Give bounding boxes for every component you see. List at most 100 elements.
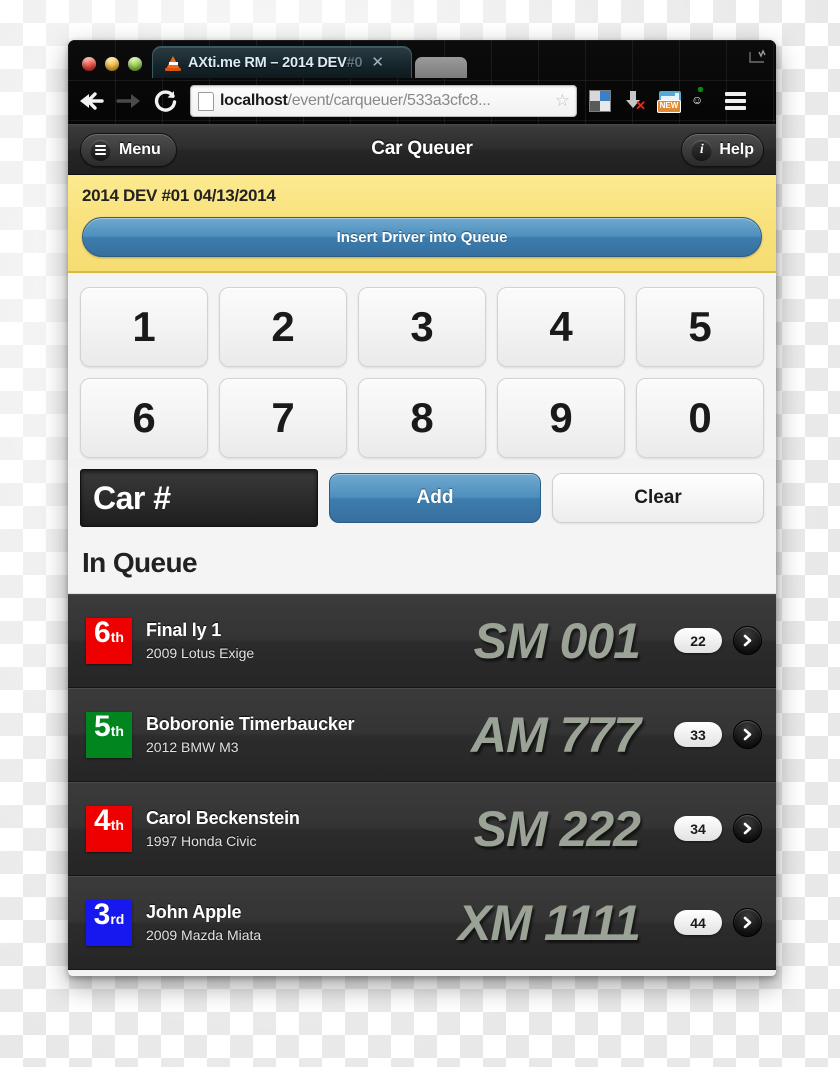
tab-title: AXti.me RM – 2014 DEV#0 [188, 55, 362, 71]
disclosure-icon[interactable] [733, 720, 762, 749]
page-title: Car Queuer [371, 138, 473, 159]
rank-ordinal: th [110, 722, 124, 739]
driver-name: Boboronie Timerbaucker [146, 714, 355, 734]
driver-car: 2012 BMW M3 [146, 739, 239, 755]
run-count-badge: 33 [674, 722, 722, 747]
plate-number: XM 1111 [458, 894, 641, 951]
driver-name: Carol Beckenstein [146, 808, 300, 828]
rank-badge: 3rd [86, 897, 132, 946]
driver-info: Final ly 1 2009 Lotus Exige [146, 620, 254, 661]
close-window-button[interactable] [82, 57, 96, 71]
key-5[interactable]: 5 [636, 287, 764, 367]
browser-toolbar: localhost/event/carqueuer/533a3cfc8... ☆… [68, 78, 776, 124]
key-4[interactable]: 4 [497, 287, 625, 367]
car-entry-row: Car # Add Clear [68, 469, 776, 527]
download-error-badge: ✕ [635, 98, 646, 113]
url-text: localhost/event/carqueuer/533a3cfc8... [220, 92, 549, 110]
green-circle-icon[interactable]: ☺ [691, 90, 713, 112]
keypad-row-2: 6 7 8 9 0 [80, 378, 764, 458]
tab-strip: AXti.me RM – 2014 DEV#0 ✕ [152, 46, 467, 78]
rank-ordinal: th [110, 628, 124, 645]
disclosure-icon[interactable] [733, 626, 762, 655]
event-banner: 2014 DEV #01 04/13/2014 Insert Driver in… [68, 175, 776, 273]
driver-info: Boboronie Timerbaucker 2012 BMW M3 [146, 714, 355, 755]
browser-menu-icon[interactable] [725, 91, 747, 111]
run-count-badge: 22 [674, 628, 722, 653]
rank-number: 3 [93, 897, 111, 931]
driver-car: 2009 Lotus Exige [146, 645, 255, 661]
menu-button-label: Menu [119, 141, 161, 158]
back-button[interactable] [78, 90, 104, 112]
key-8[interactable]: 8 [358, 378, 486, 458]
add-button[interactable]: Add [329, 473, 541, 523]
rank-badge: 5th [86, 711, 132, 758]
queue-heading: In Queue [68, 527, 776, 594]
table-row[interactable]: 5th Boboronie Timerbaucker 2012 BMW M3 A… [68, 688, 776, 782]
new-tab-button[interactable] [415, 57, 467, 78]
key-3[interactable]: 3 [358, 287, 486, 367]
menu-button[interactable]: Menu [80, 133, 177, 167]
plate-number: AM 777 [470, 706, 641, 763]
grid-icon[interactable] [589, 90, 611, 112]
key-0[interactable]: 0 [636, 378, 764, 458]
driver-info: Carol Beckenstein 1997 Honda Civic [146, 808, 300, 849]
driver-name: John Apple [146, 902, 242, 922]
driver-car: 1997 Honda Civic [146, 833, 257, 849]
browser-window: AXti.me RM – 2014 DEV#0 ✕ localhost/even… [68, 40, 776, 976]
title-bar: AXti.me RM – 2014 DEV#0 ✕ [68, 40, 776, 78]
bookmark-star-icon[interactable]: ☆ [555, 91, 570, 111]
reload-button[interactable] [154, 89, 178, 113]
page-viewport: Menu Car Queuer i Help 2014 DEV #01 04/1… [68, 124, 776, 976]
clear-button[interactable]: Clear [552, 473, 764, 523]
event-title: 2014 DEV #01 04/13/2014 [82, 186, 276, 205]
plate-number: SM 001 [473, 612, 641, 669]
help-button[interactable]: i Help [681, 133, 764, 167]
run-count-badge: 44 [674, 910, 722, 935]
zoom-window-button[interactable] [128, 57, 142, 71]
rank-badge: 6th [86, 615, 132, 664]
forward-button[interactable] [116, 90, 142, 112]
insert-driver-button[interactable]: Insert Driver into Queue [82, 217, 762, 257]
help-button-label: Help [719, 141, 754, 158]
key-1[interactable]: 1 [80, 287, 208, 367]
window-controls[interactable] [68, 57, 152, 78]
info-icon-glyph: i [699, 142, 704, 157]
disclosure-icon[interactable] [733, 814, 762, 843]
driver-car: 2009 Mazda Miata [146, 927, 262, 943]
run-count-badge: 34 [674, 816, 722, 841]
rank-number: 6 [94, 615, 111, 649]
keypad-row-1: 1 2 3 4 5 [80, 287, 764, 367]
close-tab-icon[interactable]: ✕ [369, 55, 384, 70]
rank-number: 4 [94, 803, 111, 837]
browser-tab[interactable]: AXti.me RM – 2014 DEV#0 ✕ [152, 46, 412, 78]
address-bar[interactable]: localhost/event/carqueuer/533a3cfc8... ☆ [190, 85, 577, 117]
new-window-icon[interactable]: NEW [657, 91, 681, 113]
key-6[interactable]: 6 [80, 378, 208, 458]
table-row[interactable]: 6th Final ly 1 2009 Lotus Exige SM 001 2… [68, 594, 776, 688]
queue-list: 6th Final ly 1 2009 Lotus Exige SM 001 2… [68, 594, 776, 970]
disclosure-icon[interactable] [733, 908, 762, 937]
new-badge: NEW [657, 100, 681, 113]
download-arrow-icon[interactable]: ✕ [623, 90, 646, 113]
page-document-icon [198, 91, 214, 111]
rank-ordinal: th [110, 816, 124, 833]
key-9[interactable]: 9 [497, 378, 625, 458]
table-row[interactable]: 3rd John Apple 2009 Mazda Miata XM 1111 … [68, 876, 776, 970]
info-icon: i [691, 139, 713, 161]
rank-ordinal: rd [110, 910, 125, 927]
driver-info: John Apple 2009 Mazda Miata [146, 902, 261, 943]
plate-number: SM 222 [473, 800, 641, 857]
tab-title-text: AXti.me RM – 2014 DEV [188, 54, 347, 71]
tab-title-overflow: #0 [346, 54, 363, 71]
key-7[interactable]: 7 [219, 378, 347, 458]
numeric-keypad: 1 2 3 4 5 6 7 8 9 0 [68, 273, 776, 458]
key-2[interactable]: 2 [219, 287, 347, 367]
rank-badge: 4th [86, 803, 132, 852]
url-host: localhost [220, 92, 288, 109]
app-header: Menu Car Queuer i Help [68, 124, 776, 175]
minimize-window-button[interactable] [105, 57, 119, 71]
table-row[interactable]: 4th Carol Beckenstein 1997 Honda Civic S… [68, 782, 776, 876]
driver-name: Final ly 1 [146, 620, 222, 640]
car-number-input[interactable]: Car # [80, 469, 318, 527]
maximize-icon[interactable] [748, 49, 776, 78]
